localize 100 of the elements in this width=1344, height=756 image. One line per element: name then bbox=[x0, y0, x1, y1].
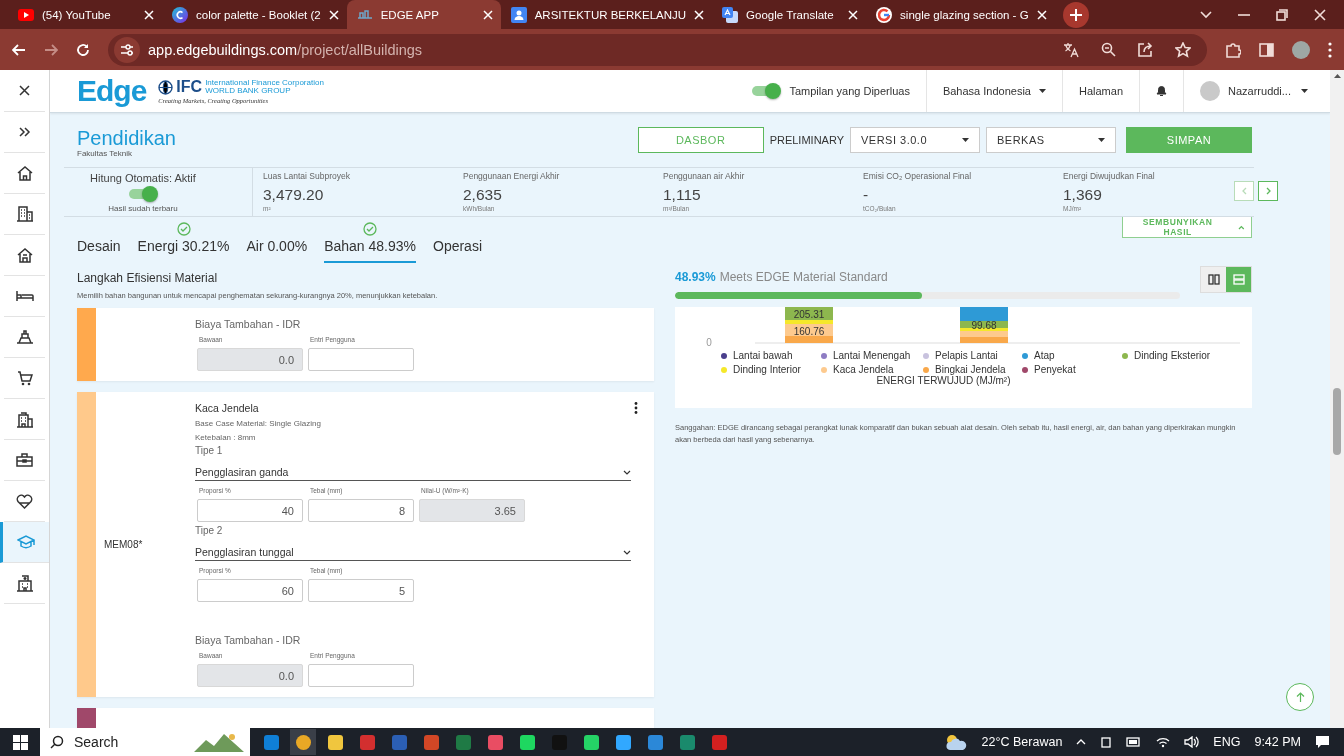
material-select[interactable]: Pengglasiran tunggal bbox=[195, 536, 631, 561]
forward-arrow-icon[interactable] bbox=[44, 43, 58, 56]
tab[interactable]: Operasi bbox=[433, 221, 483, 263]
apartment-building-icon[interactable] bbox=[15, 206, 34, 222]
type-label: Tipe 1 bbox=[195, 445, 224, 456]
number-field[interactable]: 60 bbox=[197, 579, 303, 602]
browser-tab[interactable]: color palette - Booklet (2 bbox=[162, 0, 347, 29]
taskbar-app-icon[interactable] bbox=[290, 729, 316, 755]
language-dropdown[interactable]: Bahasa Indonesia bbox=[925, 70, 1062, 112]
chevron-down-icon[interactable] bbox=[1200, 10, 1212, 19]
tab[interactable]: Energi 30.21% bbox=[137, 221, 230, 263]
chevron-up-icon[interactable] bbox=[1076, 739, 1087, 745]
cart-icon[interactable] bbox=[16, 370, 33, 386]
extension-icon[interactable] bbox=[1225, 41, 1241, 58]
toggle-switch[interactable] bbox=[751, 83, 782, 99]
tab[interactable]: Air 0.00% bbox=[246, 221, 308, 263]
logo: IFC bbox=[176, 78, 203, 96]
toggle-switch[interactable] bbox=[128, 185, 158, 202]
hospital-building-icon[interactable] bbox=[15, 574, 34, 592]
project-subtitle: Fakultas Teknik bbox=[77, 148, 133, 158]
new-tab-button[interactable] bbox=[1062, 1, 1089, 28]
chevron-left-icon bbox=[1241, 187, 1247, 195]
plus-icon[interactable] bbox=[1068, 7, 1083, 22]
briefcase-icon[interactable] bbox=[16, 453, 33, 467]
user-menu[interactable]: Nazarruddi... bbox=[1228, 85, 1308, 97]
clock-text[interactable]: 9:42 PM bbox=[1254, 735, 1301, 749]
number-field[interactable]: 5 bbox=[308, 579, 414, 602]
browser-tab[interactable]: single glazing section - G bbox=[866, 0, 1055, 29]
scroll-up-icon[interactable] bbox=[1333, 74, 1341, 78]
material-select[interactable]: Pengglasiran ganda bbox=[195, 456, 631, 481]
metric-label: Luas Lantai Subproyek bbox=[263, 171, 351, 181]
axis-title: ENERGI TERWUJUD (MJ/m²) bbox=[875, 375, 1012, 386]
files-dropdown[interactable]: BERKAS bbox=[986, 127, 1116, 153]
home-icon[interactable] bbox=[16, 165, 33, 181]
check-circle-icon bbox=[363, 222, 378, 236]
landscape-icon bbox=[194, 732, 244, 752]
device-icon[interactable] bbox=[1100, 735, 1113, 749]
data-label: 205.31 bbox=[793, 308, 825, 320]
pages-link[interactable]: Halaman bbox=[1079, 85, 1123, 97]
close-icon[interactable] bbox=[19, 85, 30, 96]
caret-icon bbox=[1098, 138, 1105, 142]
standard-label: Meets EDGE Material Standard bbox=[719, 270, 888, 284]
restore-icon[interactable] bbox=[1276, 8, 1288, 21]
view-toggle-button[interactable] bbox=[1226, 267, 1251, 292]
notification-icon[interactable] bbox=[1315, 735, 1330, 749]
globe-icon bbox=[158, 79, 174, 95]
metric-label: Penggunaan Energi Akhir bbox=[463, 171, 561, 181]
wifi-icon[interactable] bbox=[1156, 736, 1171, 748]
side-panel-icon[interactable] bbox=[1259, 42, 1274, 57]
graduation-cap-icon[interactable] bbox=[17, 535, 35, 549]
more-icon[interactable] bbox=[1328, 41, 1332, 58]
search-field[interactable]: Search bbox=[40, 728, 250, 756]
tab[interactable]: Desain bbox=[77, 221, 121, 263]
windows-logo-icon[interactable] bbox=[12, 734, 28, 750]
logo-subtitle: WORLD BANK GROUP bbox=[205, 87, 291, 96]
browser-tab[interactable]: EDGE APP bbox=[346, 0, 501, 29]
minimize-icon[interactable] bbox=[1238, 13, 1250, 16]
chevron-down-icon bbox=[623, 469, 631, 475]
browser-tab[interactable]: ARSITEKTUR BERKELANJU bbox=[500, 0, 713, 29]
view-toggle-button[interactable] bbox=[1201, 267, 1226, 292]
site-settings-icon[interactable] bbox=[120, 43, 134, 56]
percent-value: 48.93% bbox=[675, 270, 716, 284]
volume-icon[interactable] bbox=[1184, 736, 1200, 748]
browser-tab[interactable]: (54) YouTube bbox=[8, 0, 162, 29]
expand-icon[interactable] bbox=[18, 127, 31, 137]
check-circle-icon bbox=[176, 222, 191, 236]
legend-label: Bingkai Jendela bbox=[935, 364, 1006, 375]
profile-avatar[interactable] bbox=[1292, 40, 1310, 59]
more-icon[interactable] bbox=[634, 402, 638, 414]
number-field[interactable]: 8 bbox=[308, 499, 414, 522]
input-field[interactable] bbox=[308, 664, 414, 687]
number-field[interactable]: 40 bbox=[197, 499, 303, 522]
legend-label: Dinding Interior bbox=[733, 364, 801, 375]
star-icon[interactable] bbox=[1175, 41, 1191, 58]
chevron-right-icon bbox=[1265, 187, 1271, 195]
caret-icon bbox=[962, 138, 969, 142]
bed-icon[interactable] bbox=[15, 290, 34, 302]
reload-icon[interactable] bbox=[76, 42, 90, 57]
office-building-icon[interactable] bbox=[15, 410, 34, 428]
heart-icon[interactable] bbox=[16, 493, 33, 509]
share-icon[interactable] bbox=[1138, 42, 1153, 57]
zoom-out-icon[interactable] bbox=[1101, 42, 1116, 57]
profile-card-icon bbox=[510, 6, 527, 23]
back-arrow-icon[interactable] bbox=[12, 43, 26, 56]
house-icon[interactable] bbox=[16, 247, 33, 263]
language-indicator[interactable]: ENG bbox=[1213, 735, 1241, 749]
input-field[interactable] bbox=[308, 348, 414, 371]
scrollbar-thumb[interactable] bbox=[1333, 388, 1341, 455]
translate-icon[interactable] bbox=[1063, 41, 1079, 58]
version-dropdown[interactable]: VERSI 3.0.0 bbox=[850, 127, 980, 153]
browser-tab[interactable]: Google Translate bbox=[712, 0, 867, 29]
arrow-up-icon bbox=[1295, 691, 1305, 703]
bell-icon[interactable] bbox=[1156, 85, 1167, 97]
tab[interactable]: Bahan 48.93% bbox=[324, 221, 416, 263]
thickness-text: Ketebalan : 8mm bbox=[195, 433, 257, 442]
legend-label: Penyekat bbox=[1034, 364, 1076, 375]
address-bar[interactable]: app.edgebuildings.com/project/allBuildings bbox=[108, 33, 1207, 66]
legend-label: Lantai bawah bbox=[733, 350, 793, 361]
cost-title: Biaya Tambahan - IDR bbox=[195, 318, 302, 330]
battery-icon[interactable] bbox=[1126, 737, 1143, 747]
